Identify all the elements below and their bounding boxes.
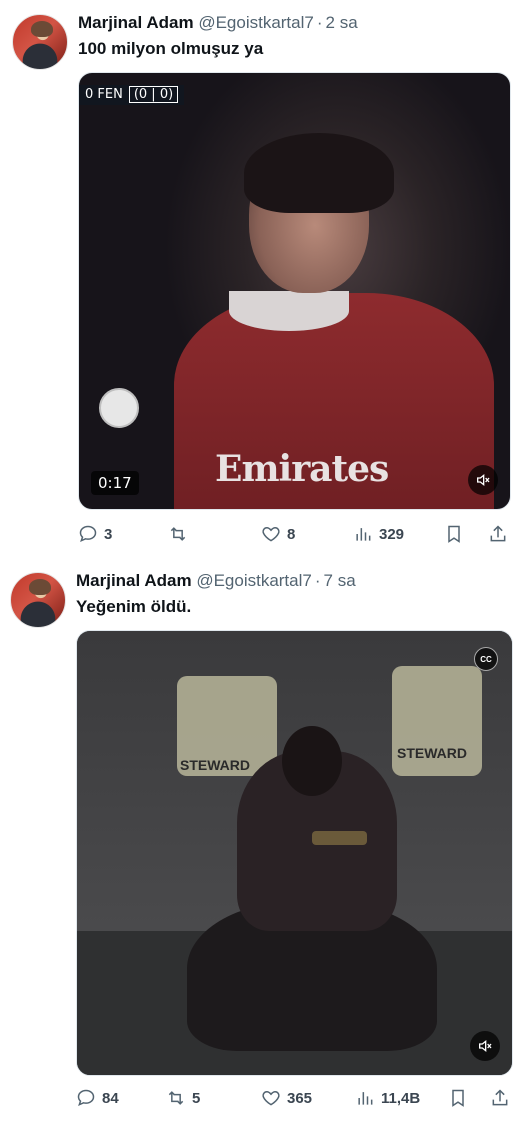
shirt-sponsor — [312, 831, 367, 845]
reply-icon — [79, 525, 97, 543]
views-icon — [358, 1092, 373, 1105]
separator: · — [314, 571, 321, 590]
like-button[interactable]: 365 — [261, 1086, 312, 1110]
bookmark-button[interactable] — [444, 522, 464, 546]
player-head — [282, 726, 342, 796]
repost-icon — [168, 1091, 184, 1105]
tweet-header: Marjinal Adam @Egoistkartal7 · 7 sa — [76, 570, 356, 592]
champions-league-badge — [99, 388, 139, 428]
timestamp[interactable]: 7 sa — [324, 571, 356, 590]
tweet-text: 100 milyon olmuşuz ya — [78, 39, 264, 58]
avatar[interactable] — [12, 14, 68, 70]
views-icon — [356, 528, 371, 541]
repost-icon — [170, 527, 186, 541]
player-collar — [229, 291, 349, 331]
like-count: 365 — [287, 1089, 313, 1107]
bookmark-icon — [448, 525, 460, 543]
video-player[interactable]: STEWARD STEWARD CC — [76, 630, 513, 1076]
tweet-header: Marjinal Adam @Egoistkartal7 · 2 sa — [78, 12, 358, 34]
steward-label: STEWARD — [397, 745, 467, 761]
mute-icon[interactable] — [470, 1031, 500, 1061]
action-bar: 3 8 329 — [78, 522, 518, 546]
player-hair — [244, 133, 394, 213]
action-bar: 84 5 365 11,4B — [76, 1086, 516, 1110]
author-handle[interactable]: @Egoistkartal7 — [198, 13, 314, 32]
like-count: 8 — [287, 525, 296, 543]
captions-button[interactable]: CC — [474, 647, 498, 671]
share-button[interactable] — [490, 1086, 510, 1110]
author-handle[interactable]: @Egoistkartal7 — [196, 571, 312, 590]
reply-button[interactable]: 84 — [76, 1086, 119, 1110]
repost-button[interactable]: 5 — [166, 1086, 200, 1110]
video-player[interactable]: Emirates 0 FEN (0 | 0) 0:17 — [78, 72, 511, 510]
like-icon — [262, 1090, 280, 1106]
share-button[interactable] — [488, 522, 508, 546]
scorebug-score: (0 | 0) — [128, 86, 179, 103]
like-icon — [262, 526, 280, 542]
tweet[interactable]: Marjinal Adam @Egoistkartal7 · 7 sa Yeğeni… — [0, 560, 519, 1121]
video-duration: 0:17 — [91, 471, 139, 495]
reply-button[interactable]: 3 — [78, 522, 112, 546]
tweet[interactable]: Marjinal Adam @Egoistkartal7 · 2 sa 100 mi… — [0, 0, 519, 560]
bookmark-icon — [452, 1089, 464, 1107]
reply-count: 3 — [104, 525, 113, 543]
author-name[interactable]: Marjinal Adam — [76, 571, 192, 590]
views-count: 329 — [379, 525, 405, 543]
scorebug-team: 0 FEN — [85, 87, 123, 102]
tweet-text: Yeğenim öldü. — [76, 597, 192, 616]
share-icon — [492, 1089, 508, 1106]
steward-label: STEWARD — [180, 757, 250, 773]
avatar[interactable] — [10, 572, 66, 628]
views-button[interactable]: 11,4B — [355, 1086, 420, 1110]
timestamp[interactable]: 2 sa — [326, 13, 358, 32]
share-icon — [490, 525, 506, 542]
like-button[interactable]: 8 — [261, 522, 295, 546]
separator: · — [316, 13, 323, 32]
scorebug: 0 FEN (0 | 0) — [79, 85, 185, 105]
repost-count: 5 — [192, 1089, 201, 1107]
author-name[interactable]: Marjinal Adam — [78, 13, 194, 32]
views-count: 11,4B — [381, 1089, 421, 1107]
mute-icon[interactable] — [468, 465, 498, 495]
shirt-sponsor: Emirates — [215, 448, 389, 490]
views-button[interactable]: 329 — [353, 522, 404, 546]
reply-count: 84 — [102, 1089, 119, 1107]
reply-icon — [77, 1089, 95, 1107]
repost-button[interactable] — [168, 522, 194, 546]
bookmark-button[interactable] — [448, 1086, 468, 1110]
